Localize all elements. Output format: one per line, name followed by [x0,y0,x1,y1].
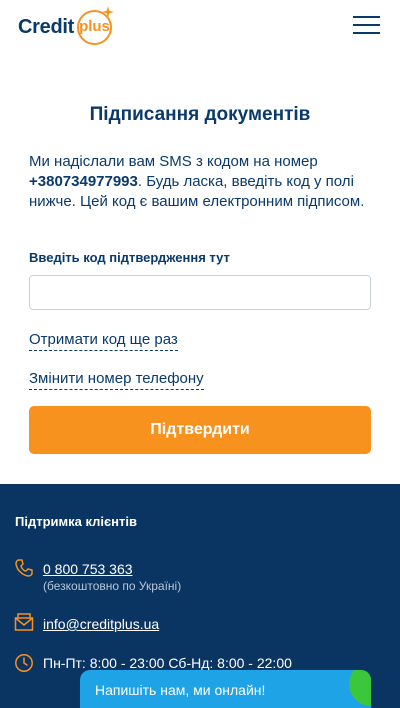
logo-word: Credit [18,15,74,38]
phone-number: +380734977993 [29,173,138,190]
sign-documents-section: Підписання документів Ми надіслали вам S… [0,52,400,484]
change-phone-link[interactable]: Змінити номер телефону [29,370,204,390]
confirm-button[interactable]: Підтвердити [29,406,371,454]
hamburger-menu-icon[interactable] [353,16,380,36]
support-title: Підтримка клієнтів [15,514,138,529]
online-chat-button[interactable]: Напишіть нам, ми онлайн! [80,670,371,708]
support-email-link[interactable]: info@creditplus.ua [43,616,159,632]
online-status-indicator [349,670,371,706]
site-header: Credit plus [0,0,400,52]
logo-badge-text: plus [79,18,110,35]
info-prefix: Ми надіслали вам SMS з кодом на номер [29,153,318,170]
support-phone-link[interactable]: 0 800 753 363 [43,561,133,577]
code-field-label: Введіть код підтвердження тут [29,250,230,265]
sparkle-icon [101,5,114,18]
clock-icon [15,654,33,672]
chat-label: Напишіть нам, ми онлайн! [95,682,266,698]
mail-icon [14,613,34,631]
confirmation-code-input[interactable] [29,275,371,310]
phone-icon [15,559,33,577]
working-hours: Пн-Пт: 8:00 - 23:00 Сб-Нд: 8:00 - 22:00 [43,655,292,671]
resend-code-link[interactable]: Отримати код ще раз [29,331,178,351]
creditplus-logo[interactable]: Credit plus [18,5,114,45]
logo-badge: plus [76,5,114,45]
page-title: Підписання документів [89,104,311,125]
support-phone-note: (безкоштовно по Україні) [43,579,182,593]
sms-info-text: Ми надіслали вам SMS з кодом на номер +3… [29,152,374,212]
